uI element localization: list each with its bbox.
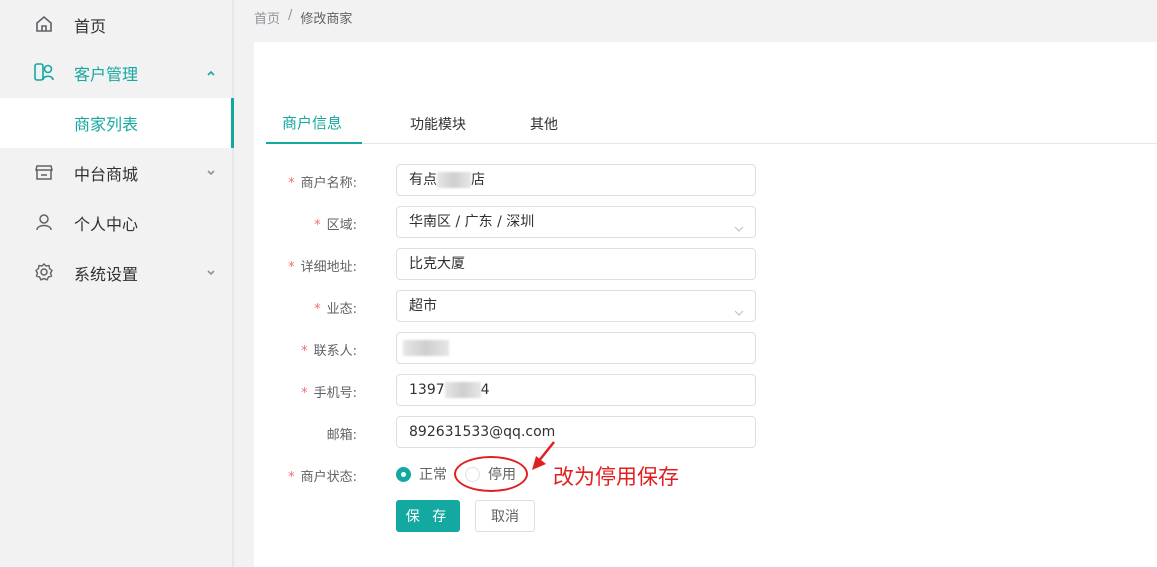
sidebar-item-store[interactable]: 中台商城 [0, 148, 234, 198]
form-row-contact: * 联系人: [254, 332, 1157, 364]
business-type-select[interactable]: 超市 [396, 290, 756, 322]
phone-input[interactable]: 1397 4 [396, 374, 756, 406]
input-text: 4 [480, 382, 490, 398]
form-row-phone: * 手机号: 1397 4 [254, 374, 1157, 406]
redacted-blur [444, 382, 481, 398]
merchant-name-label: * 商户名称: [288, 172, 357, 191]
form-row-email: 邮箱: 892631533@qq.com [254, 416, 1157, 448]
chevron-down-icon [204, 266, 218, 280]
sidebar-item-label: 中台商城 [74, 165, 139, 184]
label-text: 联系人: [313, 344, 357, 359]
tab-active-underline [266, 142, 362, 144]
main-panel: 商户信息 功能模块 其他 * 商户名称: 有点 店 * 区域: 华南区 / 广东 / … [254, 42, 1157, 567]
status-label: * 商户状态: [288, 466, 357, 485]
sidebar-item-label: 首页 [74, 17, 107, 36]
gear-icon [33, 261, 55, 283]
chevron-up-icon [204, 66, 218, 80]
annotation-circle [454, 456, 528, 492]
label-text: 业态: [326, 302, 357, 317]
label-text: 商户状态: [300, 470, 357, 485]
sidebar-subitem-label: 商家列表 [74, 115, 139, 134]
form-row-status: * 商户状态: 正常 停用 [254, 458, 1157, 490]
input-text: 店 [471, 172, 485, 188]
label-text: 详细地址: [300, 260, 357, 275]
active-indicator [231, 98, 234, 148]
breadcrumb-current: 修改商家 [300, 12, 353, 27]
cancel-button[interactable]: 取消 [475, 500, 535, 532]
required-mark: * [314, 218, 321, 233]
required-mark: * [314, 302, 321, 317]
store-icon [33, 161, 55, 183]
required-mark: * [301, 386, 308, 401]
redacted-blur [403, 340, 449, 356]
annotation-text: 改为停用保存 [553, 465, 679, 489]
region-label: * 区域: [314, 214, 357, 233]
contact-input[interactable] [396, 332, 756, 364]
input-text: 892631533@qq.com [409, 424, 556, 440]
breadcrumb: 首页 / 修改商家 [254, 8, 352, 27]
required-mark: * [288, 260, 295, 275]
tab-other[interactable]: 其他 [530, 114, 558, 148]
chevron-down-icon [733, 216, 745, 232]
form-row-region: * 区域: 华南区 / 广东 / 深圳 [254, 206, 1157, 238]
contact-label: * 联系人: [301, 340, 357, 359]
form-row-merchant-name: * 商户名称: 有点 店 [254, 164, 1157, 196]
sidebar-item-home[interactable]: 首页 [0, 0, 234, 50]
business-type-label: * 业态: [314, 298, 357, 317]
sidebar-item-settings[interactable]: 系统设置 [0, 248, 234, 298]
label-text: 商户名称: [300, 176, 357, 191]
input-text: 超市 [409, 298, 437, 314]
sidebar-item-profile[interactable]: 个人中心 [0, 198, 234, 248]
breadcrumb-home[interactable]: 首页 [254, 8, 280, 27]
tab-function-modules[interactable]: 功能模块 [410, 114, 466, 148]
chevron-down-icon [204, 166, 218, 180]
tab-merchant-info[interactable]: 商户信息 [282, 112, 342, 146]
input-text: 比克大厦 [409, 256, 465, 272]
tab-bar: 商户信息 功能模块 其他 [266, 110, 1157, 144]
radio-dot [396, 466, 411, 482]
email-input[interactable]: 892631533@qq.com [396, 416, 756, 448]
chevron-down-icon [733, 300, 745, 316]
user-icon [33, 211, 55, 233]
sidebar-item-customers[interactable]: 客户管理 [0, 48, 234, 98]
label-text: 手机号: [313, 386, 357, 401]
sidebar-item-label: 个人中心 [74, 215, 139, 234]
input-text: 有点 [409, 172, 437, 188]
merchant-name-input[interactable]: 有点 店 [396, 164, 756, 196]
save-button[interactable]: 保 存 [396, 500, 460, 532]
required-mark: * [288, 176, 295, 191]
required-mark: * [288, 470, 295, 485]
sidebar-item-label: 客户管理 [74, 65, 139, 84]
required-mark: * [301, 344, 308, 359]
home-icon [33, 13, 55, 35]
redacted-blur [437, 172, 471, 188]
sidebar: 首页 客户管理 商家列表 中台商城 个人中心 系统设置 [0, 0, 234, 567]
radio-label: 正常 [419, 467, 447, 483]
app-root: 首页 客户管理 商家列表 中台商城 个人中心 系统设置 首页 / 修改商家 商户… [0, 0, 1157, 567]
form-row-address: * 详细地址: 比克大厦 [254, 248, 1157, 280]
sidebar-item-label: 系统设置 [74, 265, 139, 284]
form-row-business-type: * 业态: 超市 [254, 290, 1157, 322]
phone-label: * 手机号: [301, 382, 357, 401]
address-label: * 详细地址: [288, 256, 357, 275]
region-cascader[interactable]: 华南区 / 广东 / 深圳 [396, 206, 756, 238]
email-label: 邮箱: [327, 424, 357, 443]
label-text: 区域: [326, 218, 357, 233]
status-radio-normal[interactable]: 正常 [396, 464, 447, 484]
input-text: 1397 [409, 382, 445, 398]
input-text: 华南区 / 广东 / 深圳 [409, 214, 535, 230]
customer-icon [33, 61, 55, 83]
address-input[interactable]: 比克大厦 [396, 248, 756, 280]
sidebar-subitem-merchant-list[interactable]: 商家列表 [0, 98, 234, 148]
breadcrumb-separator: / [288, 8, 293, 23]
label-text: 邮箱: [326, 428, 357, 443]
